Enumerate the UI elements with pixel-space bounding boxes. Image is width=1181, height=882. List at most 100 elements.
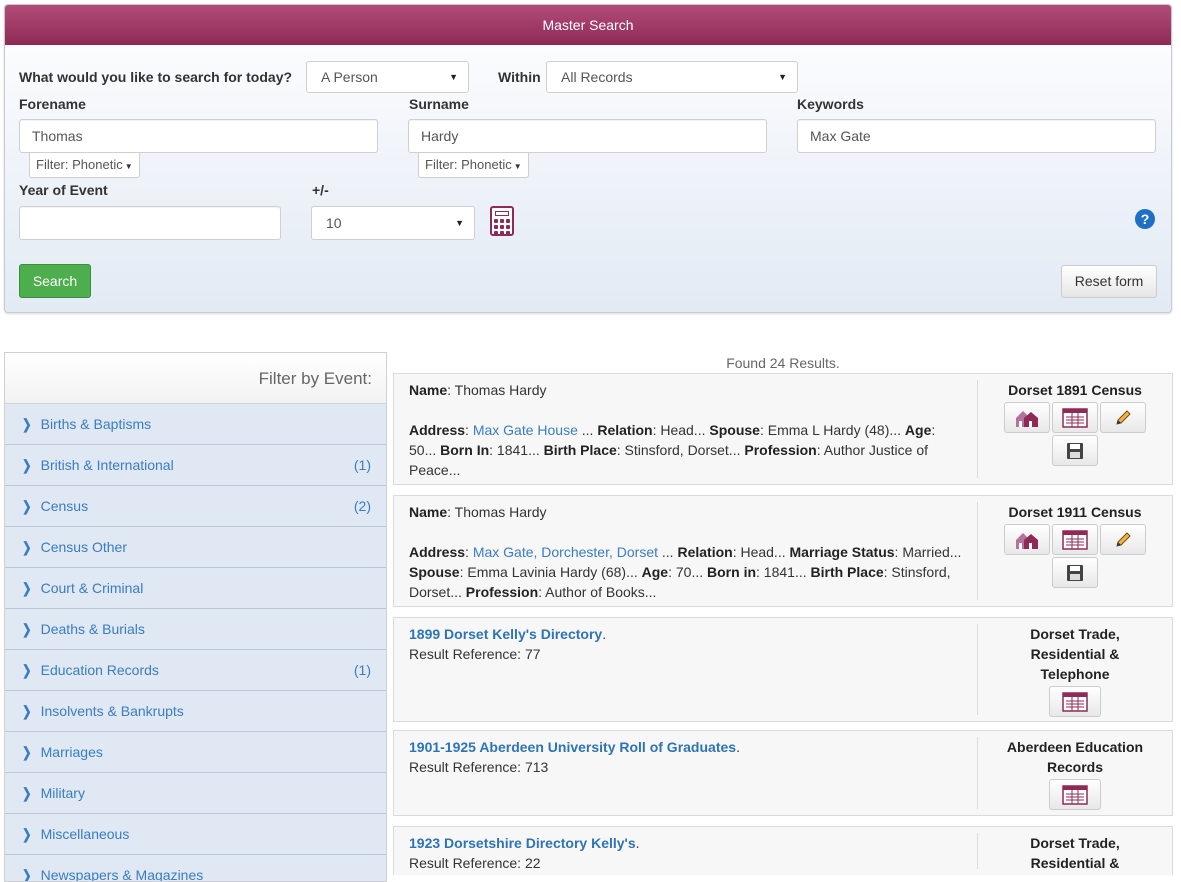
reset-form-button[interactable]: Reset form (1061, 265, 1157, 298)
surname-filter-dropdown[interactable]: Filter: Phonetic ▼ (418, 152, 529, 178)
sidebar-item-label: British & International (40, 457, 174, 473)
save-button[interactable] (1052, 435, 1098, 466)
save-icon (1067, 442, 1083, 459)
sidebar-item-deaths-burials[interactable]: ❯ Deaths & Burials (5, 609, 386, 650)
forename-input[interactable]: Thomas (19, 119, 378, 153)
field-value: : Thomas Hardy (447, 504, 547, 520)
result-body: 1899 Dorset Kelly's Directory. Result Re… (409, 624, 964, 664)
forename-filter-label: Filter: Phonetic (36, 157, 123, 172)
address-link[interactable]: Max Gate, Dorchester, Dorset (473, 544, 658, 560)
plusminus-value: 10 (326, 215, 342, 231)
master-search-panel: Master Search What would you like to sea… (4, 4, 1172, 313)
plusminus-label: +/- (312, 182, 329, 198)
result-title-link[interactable]: 1899 Dorset Kelly's Directory (409, 626, 602, 642)
calculator-icon[interactable] (490, 206, 514, 236)
sidebar-item-newspapers-magazines[interactable]: ❯ Newspapers & Magazines (5, 855, 386, 881)
keywords-label: Keywords (797, 96, 864, 112)
field-label: Profession (744, 442, 817, 458)
source-title: Aberdeen Education Records (1006, 739, 1144, 775)
household-button[interactable] (1004, 402, 1050, 433)
chevron-right-icon: ❯ (22, 785, 32, 801)
results-count: Found 24 Results. (726, 355, 840, 371)
result-item: 1899 Dorset Kelly's Directory. Result Re… (393, 617, 1173, 722)
result-body: 1901-1925 Aberdeen University Roll of Gr… (409, 737, 964, 777)
field-value: : 70... (668, 564, 704, 580)
sidebar-item-label: Insolvents & Bankrupts (40, 703, 184, 719)
sidebar-item-label: Census Other (40, 539, 127, 555)
year-input[interactable] (19, 206, 281, 240)
edit-button[interactable] (1100, 524, 1146, 555)
result-title-link[interactable]: 1923 Dorsetshire Directory Kelly's (409, 835, 636, 851)
result-item: Name: Thomas Hardy Address: Max Gate Hou… (393, 373, 1173, 485)
keywords-input[interactable]: Max Gate (797, 119, 1156, 153)
transcript-button[interactable] (1049, 686, 1101, 717)
save-icon (1067, 564, 1083, 581)
sidebar-item-court-criminal[interactable]: ❯ Court & Criminal (5, 568, 386, 609)
transcript-button[interactable] (1052, 402, 1098, 433)
source-title: Dorset Trade, Residential & Telephone (1030, 626, 1120, 682)
result-source: Dorset Trade, Residential & Telephone (978, 624, 1172, 718)
chevron-right-icon: ❯ (22, 539, 32, 555)
result-reference: Result Reference: 22 (409, 855, 541, 871)
chevron-down-icon: ▼ (778, 72, 787, 82)
field-label: Born In (440, 442, 490, 458)
source-title: Dorset 1891 Census (1008, 382, 1142, 398)
transcript-icon (1062, 407, 1088, 428)
help-icon[interactable]: ? (1135, 209, 1155, 229)
save-button[interactable] (1052, 557, 1098, 588)
household-button[interactable] (1004, 524, 1050, 555)
field-value: : 1841... (756, 564, 807, 580)
chevron-right-icon: ❯ (22, 826, 32, 842)
chevron-right-icon: ❯ (22, 662, 32, 678)
filter-sidebar: Filter by Event: ❯ Births & Baptisms ❯ B… (4, 352, 387, 882)
field-value: : Emma L Hardy (48)... (759, 422, 902, 438)
field-label: Spouse (409, 564, 460, 580)
plusminus-select[interactable]: 10 ▼ (311, 206, 475, 240)
sidebar-item-marriages[interactable]: ❯ Marriages (5, 732, 386, 773)
search-for-select[interactable]: A Person ▼ (306, 61, 469, 93)
source-title: Dorset 1911 Census (1008, 504, 1142, 520)
transcript-icon (1062, 529, 1088, 550)
result-title-link[interactable]: 1901-1925 Aberdeen University Roll of Gr… (409, 739, 736, 755)
within-select[interactable]: All Records ▼ (546, 61, 798, 93)
address-link[interactable]: Max Gate House (473, 422, 578, 438)
sidebar-item-births-baptisms[interactable]: ❯ Births & Baptisms (5, 404, 386, 445)
sidebar-item-count: (2) (353, 498, 371, 514)
result-source: Dorset Trade, Residential & (978, 833, 1172, 873)
field-value: : Stinsford, Dorset... (616, 442, 741, 458)
sidebar-item-miscellaneous[interactable]: ❯ Miscellaneous (5, 814, 386, 855)
within-value: All Records (561, 69, 633, 85)
transcript-button[interactable] (1052, 524, 1098, 555)
chevron-right-icon: ❯ (22, 416, 32, 432)
sidebar-item-census[interactable]: ❯ Census (2) (5, 486, 386, 527)
result-body: Name: Thomas Hardy Address: Max Gate, Do… (409, 504, 962, 600)
forename-filter-dropdown[interactable]: Filter: Phonetic ▼ (29, 152, 140, 178)
sidebar-item-count: (1) (353, 457, 371, 473)
field-label: Address (409, 422, 466, 438)
result-item: 1923 Dorsetshire Directory Kelly's. Resu… (393, 826, 1173, 875)
field-value: : 1841... (489, 442, 540, 458)
result-item: Name: Thomas Hardy Address: Max Gate, Do… (393, 495, 1173, 607)
field-label: Marriage Status (789, 544, 895, 560)
search-button[interactable]: Search (19, 264, 91, 298)
edit-button[interactable] (1100, 402, 1146, 433)
forename-label: Forename (19, 96, 86, 112)
transcript-icon (1062, 784, 1088, 805)
surname-input[interactable]: Hardy (408, 119, 767, 153)
transcript-button[interactable] (1049, 779, 1101, 810)
sidebar-title: Filter by Event: (5, 353, 386, 404)
sidebar-item-census-other[interactable]: ❯ Census Other (5, 527, 386, 568)
surname-filter-label: Filter: Phonetic (425, 157, 512, 172)
field-label: Birth Place (810, 564, 884, 580)
sidebar-item-education-records[interactable]: ❯ Education Records (1) (5, 650, 386, 691)
result-body: 1923 Dorsetshire Directory Kelly's. Resu… (409, 833, 964, 873)
sidebar-item-label: Births & Baptisms (40, 416, 152, 432)
sidebar-item-military[interactable]: ❯ Military (5, 773, 386, 814)
sidebar-item-label: Miscellaneous (40, 826, 130, 842)
field-label: Spouse (709, 422, 760, 438)
sidebar-item-insolvents-bankrupts[interactable]: ❯ Insolvents & Bankrupts (5, 691, 386, 732)
sidebar-item-british-international[interactable]: ❯ British & International (1) (5, 445, 386, 486)
field-label: Profession (465, 584, 539, 600)
field-value: : Thomas Hardy (447, 382, 547, 398)
sidebar-item-label: Census (40, 498, 89, 514)
